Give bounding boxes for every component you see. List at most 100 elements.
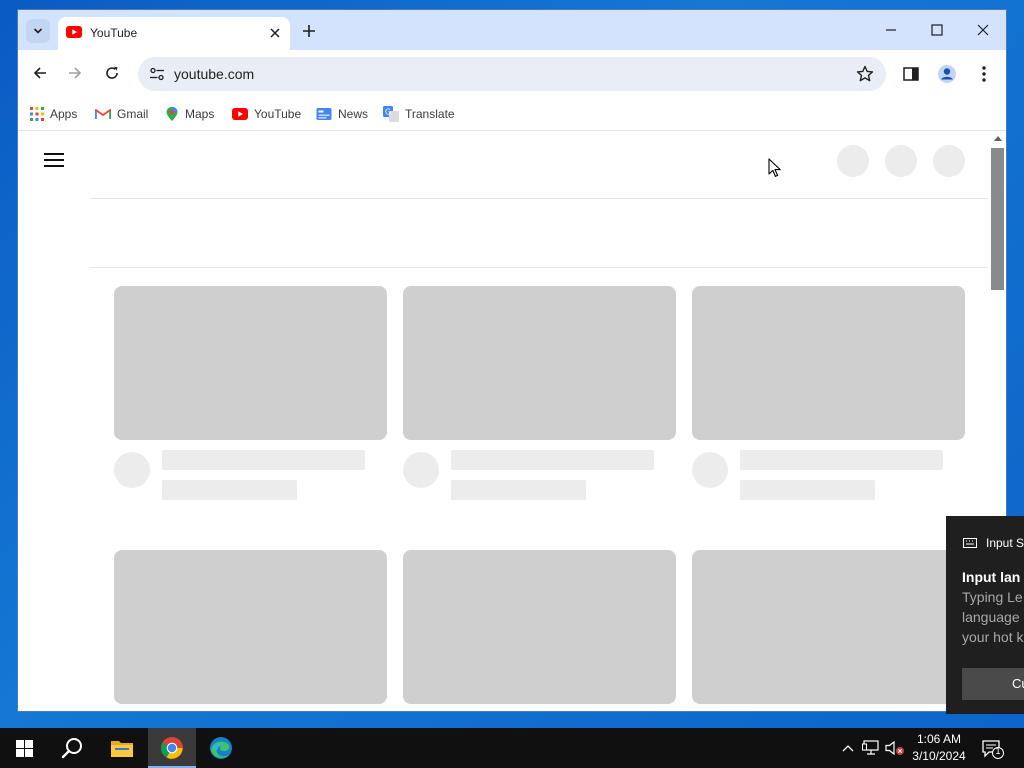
reload-button[interactable] — [102, 63, 122, 83]
header-icon-skeleton — [933, 145, 965, 177]
youtube-icon — [232, 108, 248, 120]
video-thumbnail-skeleton — [403, 550, 676, 704]
notification-body-line: your hot k — [962, 629, 1024, 645]
bookmark-star-icon[interactable] — [856, 65, 874, 83]
bookmark-label: News — [338, 107, 369, 121]
action-center-button[interactable]: 1 — [980, 738, 1004, 760]
address-bar[interactable]: youtube.com — [138, 57, 886, 91]
chrome-icon — [161, 737, 183, 759]
new-tab-button[interactable] — [300, 22, 318, 40]
video-thumbnail-skeleton — [114, 550, 387, 704]
edge-taskbar-button[interactable] — [197, 728, 245, 768]
gmail-icon — [95, 109, 111, 119]
tab-title: YouTube — [90, 26, 138, 40]
video-meta-skeleton — [740, 480, 875, 500]
plus-icon — [303, 25, 315, 37]
maximize-icon — [931, 24, 943, 36]
news-icon — [316, 108, 332, 120]
notification-count: 1 — [995, 746, 1001, 756]
video-title-skeleton — [162, 450, 365, 470]
notification-toast[interactable]: Input S Input lan Typing Le language you… — [946, 516, 1024, 714]
minimize-icon — [886, 29, 896, 31]
menu-button[interactable] — [973, 63, 995, 85]
chips-divider — [90, 267, 988, 268]
channel-avatar-skeleton — [114, 452, 150, 488]
notification-action-button[interactable]: Cu — [962, 668, 1024, 700]
close-icon — [977, 24, 989, 36]
chrome-window: YouTube youtube.com Apps Gmail Maps YouT… — [18, 10, 1006, 711]
hamburger-menu-icon[interactable] — [44, 152, 64, 168]
bookmark-maps[interactable]: Maps — [165, 105, 214, 123]
video-thumbnail-skeleton — [114, 286, 387, 440]
notification-body-line: language — [962, 609, 1020, 625]
video-meta-skeleton — [162, 480, 297, 500]
side-panel-icon — [903, 67, 919, 81]
header-icon-skeleton — [837, 145, 869, 177]
clock-time: 1:06 AM — [916, 732, 962, 746]
bookmark-label: Translate — [405, 107, 455, 121]
volume-muted-icon — [885, 740, 904, 756]
arrow-right-icon — [69, 67, 82, 79]
video-meta-skeleton — [451, 480, 586, 500]
show-hidden-icons-button[interactable] — [838, 738, 858, 758]
svg-text:G: G — [385, 108, 391, 117]
start-button[interactable] — [0, 728, 48, 768]
arrow-left-icon — [33, 67, 46, 79]
video-thumbnail-skeleton — [692, 550, 965, 704]
tab-search-button[interactable] — [26, 19, 50, 43]
back-button[interactable] — [30, 63, 50, 83]
tab-close-button[interactable] — [266, 24, 284, 42]
clock-date: 3/10/2024 — [912, 749, 966, 763]
edge-icon — [210, 737, 232, 759]
tab-youtube[interactable]: YouTube — [58, 17, 290, 50]
start-icon — [15, 739, 33, 757]
bookmark-youtube[interactable]: YouTube — [232, 105, 301, 123]
profile-icon — [938, 65, 956, 83]
search-button[interactable] — [48, 728, 96, 768]
bookmarks-bar: Apps Gmail Maps YouTube News G Translate — [18, 96, 1006, 131]
forward-button[interactable] — [65, 63, 85, 83]
bookmark-translate[interactable]: G Translate — [383, 105, 455, 123]
notification-app-name: Input S — [986, 536, 1024, 550]
bookmark-news[interactable]: News — [316, 105, 368, 123]
channel-avatar-skeleton — [692, 452, 728, 488]
notification-heading: Input lan — [962, 569, 1021, 585]
address-url[interactable]: youtube.com — [174, 66, 254, 82]
network-button[interactable] — [861, 738, 881, 758]
browser-toolbar: youtube.com — [18, 50, 1006, 96]
search-icon — [61, 738, 82, 759]
mouse-cursor-icon — [768, 158, 781, 177]
header-divider — [90, 198, 988, 199]
translate-icon: G — [383, 106, 399, 122]
chevron-down-icon — [33, 28, 43, 34]
bookmark-gmail[interactable]: Gmail — [95, 105, 148, 123]
keyboard-icon — [963, 538, 977, 548]
bookmark-label: Apps — [50, 107, 78, 121]
site-info-icon[interactable] — [148, 65, 166, 83]
system-clock[interactable]: 1:06 AM 3/10/2024 — [906, 731, 972, 765]
notification-body-line: Typing Le — [962, 589, 1023, 605]
page-viewport — [18, 132, 1006, 711]
apps-grid-icon — [30, 107, 44, 121]
volume-button[interactable] — [885, 738, 905, 758]
side-panel-button[interactable] — [900, 63, 922, 85]
title-bar: YouTube — [18, 10, 1006, 50]
more-vertical-icon — [982, 66, 986, 82]
maximize-button[interactable] — [927, 20, 947, 40]
close-icon — [270, 28, 280, 38]
file-explorer-icon — [111, 741, 133, 757]
minimize-button[interactable] — [881, 20, 901, 40]
video-thumbnail-skeleton — [692, 286, 965, 440]
reload-icon — [106, 66, 118, 79]
video-thumbnail-skeleton — [403, 286, 676, 440]
bookmark-label: YouTube — [254, 107, 302, 121]
bookmark-apps[interactable]: Apps — [30, 105, 77, 123]
bookmark-label: Gmail — [117, 107, 149, 121]
file-explorer-button[interactable] — [98, 728, 146, 768]
header-icon-skeleton — [885, 145, 917, 177]
chrome-taskbar-button[interactable] — [148, 728, 196, 768]
scroll-up-arrow-icon[interactable] — [994, 136, 1002, 141]
profile-button[interactable] — [936, 63, 958, 85]
close-window-button[interactable] — [973, 20, 993, 40]
scrollbar-thumb[interactable] — [991, 148, 1004, 290]
